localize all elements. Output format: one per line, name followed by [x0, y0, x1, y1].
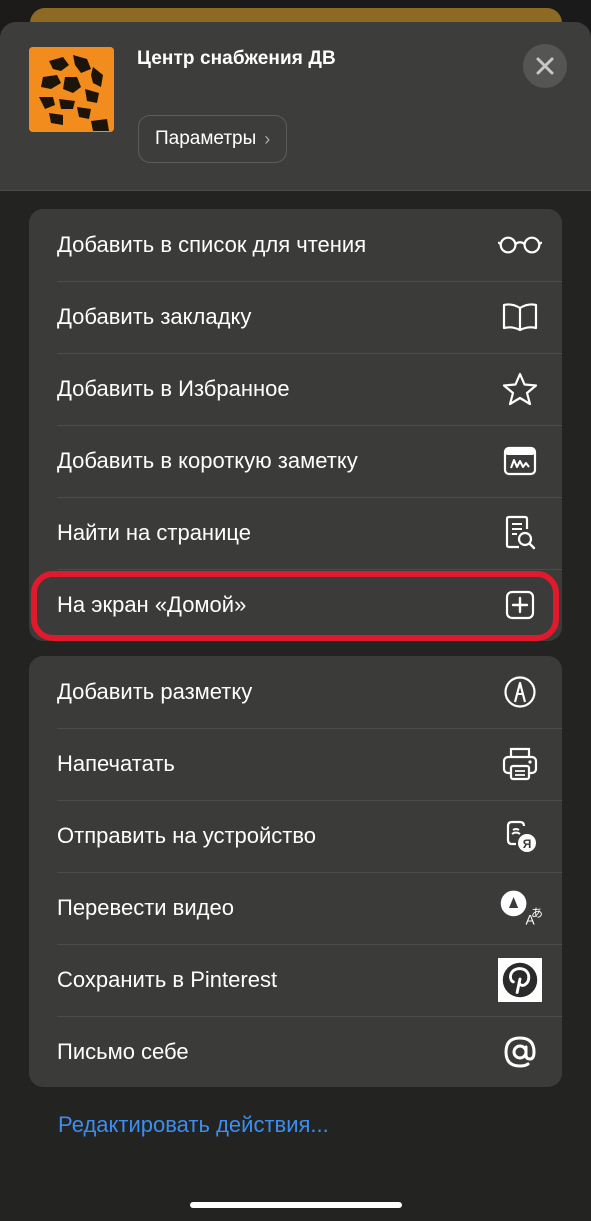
action-reading-list[interactable]: Добавить в список для чтения — [29, 209, 562, 281]
action-label: Перевести видео — [57, 895, 234, 920]
action-label: Найти на странице — [57, 520, 251, 545]
parameters-label: Параметры — [155, 128, 257, 149]
pinterest-icon — [498, 958, 542, 1002]
action-label: Напечатать — [57, 751, 175, 776]
action-label: Сохранить в Pinterest — [57, 967, 278, 992]
close-button[interactable] — [523, 44, 567, 88]
actions-group-secondary: Добавить разметку Напечатать Отправить н… — [29, 656, 562, 1087]
star-icon — [498, 367, 542, 411]
action-print[interactable]: Напечатать — [29, 728, 562, 800]
action-save-pinterest[interactable]: Сохранить в Pinterest — [29, 944, 562, 1016]
chevron-right-icon: › — [264, 128, 271, 149]
send-to-device-icon: Я — [498, 814, 542, 858]
svg-text:Я: Я — [523, 837, 532, 851]
action-send-to-device[interactable]: Отправить на устройство Я — [29, 800, 562, 872]
printer-icon — [498, 742, 542, 786]
action-label: Отправить на устройство — [57, 823, 317, 848]
tiger-logo-icon — [29, 47, 114, 132]
action-label: Добавить в короткую заметку — [57, 448, 358, 473]
action-label: Добавить закладку — [57, 304, 252, 329]
home-indicator[interactable] — [190, 1202, 402, 1208]
edit-actions-link[interactable]: Редактировать действия... — [58, 1112, 329, 1138]
action-translate-video[interactable]: Перевести видео A あ — [29, 872, 562, 944]
parameters-button[interactable]: Параметры › — [138, 115, 288, 163]
action-mail-to-self[interactable]: Письмо себе — [29, 1016, 562, 1087]
action-markup[interactable]: Добавить разметку — [29, 656, 562, 728]
action-add-to-home-screen[interactable]: На экран «Домой» — [29, 569, 562, 641]
action-label: Добавить в Избранное — [57, 376, 290, 401]
site-title: Центр снабжения ДВ — [137, 48, 336, 69]
at-sign-icon — [498, 1030, 542, 1074]
book-icon — [498, 295, 542, 339]
action-add-bookmark[interactable]: Добавить закладку — [29, 281, 562, 353]
translate-video-icon: A あ — [498, 886, 542, 930]
reading-glasses-icon — [498, 223, 542, 267]
action-label: Письмо себе — [57, 1039, 189, 1064]
action-label: На экран «Домой» — [57, 592, 247, 617]
action-add-favorites[interactable]: Добавить в Избранное — [29, 353, 562, 425]
actions-group-primary: Добавить в список для чтения Добавить за… — [29, 209, 562, 641]
close-icon — [536, 57, 554, 75]
add-square-icon — [498, 583, 542, 627]
quick-note-icon — [498, 439, 542, 483]
find-in-page-icon — [498, 511, 542, 555]
markup-icon — [498, 670, 542, 714]
action-label: Добавить разметку — [57, 679, 253, 704]
action-find-on-page[interactable]: Найти на странице — [29, 497, 562, 569]
site-icon — [29, 47, 114, 132]
svg-text:あ: あ — [531, 906, 542, 920]
action-quick-note[interactable]: Добавить в короткую заметку — [29, 425, 562, 497]
action-label: Добавить в список для чтения — [57, 232, 367, 257]
